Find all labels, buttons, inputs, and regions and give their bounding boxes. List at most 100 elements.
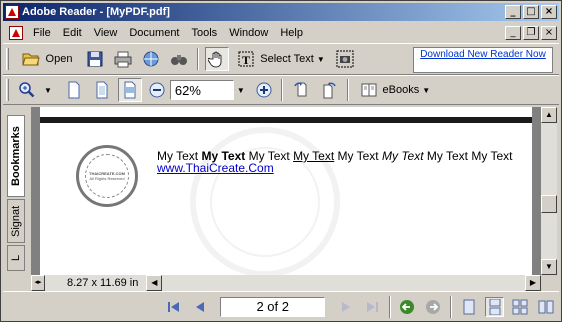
go-back-button[interactable] — [398, 297, 418, 317]
actual-size-button[interactable] — [62, 78, 86, 102]
tab-layers[interactable]: L — [7, 245, 25, 271]
save-button[interactable] — [83, 47, 107, 71]
toolbar-grip[interactable] — [6, 79, 9, 101]
zoom-tool-button[interactable] — [15, 78, 39, 102]
tab-signatures-label: Signat — [10, 205, 22, 237]
menu-window[interactable]: Window — [223, 27, 274, 39]
next-page-icon — [341, 301, 350, 312]
fit-width-button[interactable] — [117, 78, 142, 102]
maximize-button[interactable]: □ — [523, 5, 539, 19]
doc-close-button[interactable]: × — [541, 26, 557, 40]
continuous-facing-layout-button[interactable] — [510, 297, 530, 317]
menu-tools[interactable]: Tools — [186, 27, 224, 39]
continuous-facing-icon — [512, 299, 528, 314]
text-segment-underline: My Text — [293, 149, 335, 163]
vertical-scrollbar[interactable]: ▲ ▼ — [541, 107, 557, 275]
toolbar-separator — [197, 48, 199, 70]
first-page-button[interactable] — [164, 297, 184, 317]
rotate-clockwise-icon — [294, 82, 307, 97]
page-icon — [68, 81, 80, 99]
toolbar-separator — [346, 79, 349, 101]
menu-document[interactable]: Document — [123, 27, 185, 39]
save-icon — [87, 51, 103, 67]
menu-file[interactable]: File — [27, 27, 57, 39]
text-segment-normal: My Text My Text — [423, 149, 513, 163]
rotate-counterclockwise-icon — [323, 82, 336, 99]
navigation-pane-tabs: Bookmarks Signat L — [3, 107, 29, 291]
hand-tool-button[interactable] — [205, 47, 229, 71]
menu-view[interactable]: View — [88, 27, 124, 39]
pdf-page: THAICREATE.COM All Rights Reserved My Te… — [40, 107, 532, 275]
continuous-layout-button[interactable] — [484, 296, 505, 317]
select-text-label: Select Text — [260, 53, 314, 65]
tab-bookmarks-label: Bookmarks — [10, 126, 22, 186]
document-icon[interactable] — [9, 26, 23, 40]
tab-bookmarks[interactable]: Bookmarks — [7, 115, 25, 197]
rotate-counterclockwise-button[interactable] — [317, 78, 341, 102]
magnifier-icon — [19, 82, 35, 98]
continuous-page-icon — [489, 298, 501, 315]
scroll-up-button[interactable]: ▲ — [541, 107, 557, 123]
doc-restore-button[interactable]: ❐ — [523, 26, 539, 40]
zoom-in-button[interactable] — [253, 78, 275, 102]
chevron-down-icon[interactable]: ▼ — [317, 55, 325, 64]
zoom-out-button[interactable] — [146, 78, 168, 102]
previous-page-button[interactable] — [190, 297, 210, 317]
close-button[interactable]: × — [541, 5, 557, 19]
svg-text:T: T — [242, 53, 250, 67]
fit-page-button[interactable] — [90, 78, 114, 102]
page-break — [40, 117, 532, 123]
back-arrow-icon — [400, 299, 415, 314]
website-link[interactable]: www.ThaiCreate.Com — [157, 161, 274, 175]
zoom-input[interactable]: 62% — [169, 80, 234, 100]
single-page-layout-button[interactable] — [459, 297, 479, 317]
doc-minimize-button[interactable]: _ — [505, 26, 521, 40]
split-handle[interactable]: ◂▸ — [31, 275, 45, 291]
stamp-subtext: All Rights Reserved — [89, 176, 125, 181]
first-page-icon — [167, 301, 179, 312]
next-page-button[interactable] — [336, 297, 356, 317]
go-forward-button[interactable] — [423, 297, 443, 317]
document-view[interactable]: THAICREATE.COM All Rights Reserved My Te… — [31, 107, 541, 275]
menu-edit[interactable]: Edit — [57, 27, 88, 39]
ebook-icon — [361, 83, 377, 97]
tab-signatures[interactable]: Signat — [7, 199, 25, 243]
scroll-down-button[interactable]: ▼ — [541, 259, 557, 275]
previous-page-icon — [195, 301, 204, 312]
select-text-button[interactable]: T Select Text ▼ — [233, 47, 329, 71]
email-globe-icon — [143, 51, 159, 67]
open-button[interactable]: Open — [15, 47, 79, 71]
email-button[interactable] — [139, 47, 163, 71]
fit-page-icon — [96, 81, 108, 99]
facing-layout-button[interactable] — [536, 297, 556, 317]
minimize-button[interactable]: _ — [505, 5, 521, 19]
scroll-left-button[interactable]: ◀ — [146, 275, 163, 291]
print-button[interactable] — [111, 47, 135, 71]
page-size-label: 8.27 x 11.69 in — [67, 277, 139, 289]
window-title: Adobe Reader - [MyPDF.pdf] — [22, 6, 170, 18]
menu-help[interactable]: Help — [274, 27, 309, 39]
scroll-thumb[interactable] — [541, 195, 557, 213]
scroll-right-button[interactable]: ▶ — [525, 275, 541, 291]
main-toolbar: Open T Select Text ▼ Download New Reader… — [3, 43, 559, 75]
scroll-track[interactable] — [162, 275, 525, 291]
page-number-input[interactable]: 2 of 2 — [220, 296, 326, 317]
last-page-button[interactable] — [362, 297, 382, 317]
adobe-reader-icon — [5, 5, 19, 19]
zoom-dropdown-icon[interactable]: ▼ — [237, 86, 245, 95]
minus-circle-icon — [149, 82, 165, 98]
ebooks-dropdown-icon[interactable]: ▼ — [422, 86, 430, 95]
rotate-clockwise-button[interactable] — [289, 78, 313, 102]
snapshot-button[interactable] — [333, 47, 357, 71]
printer-icon — [114, 51, 132, 68]
toolbar-grip[interactable] — [6, 48, 9, 70]
download-reader-link[interactable]: Download New Reader Now — [413, 47, 553, 73]
ebooks-button[interactable]: eBooks ▼ — [355, 78, 435, 102]
title-bar[interactable]: Adobe Reader - [MyPDF.pdf] _ □ × — [3, 3, 559, 21]
tab-layers-label: L — [10, 254, 22, 262]
search-button[interactable] — [167, 47, 191, 71]
view-toolbar: ▼ 62% ▼ eBooks ▼ — [3, 75, 559, 105]
zoom-tool-dropdown-icon[interactable]: ▼ — [44, 86, 52, 95]
text-cursor-icon: T — [238, 51, 254, 67]
hand-icon — [208, 51, 222, 68]
